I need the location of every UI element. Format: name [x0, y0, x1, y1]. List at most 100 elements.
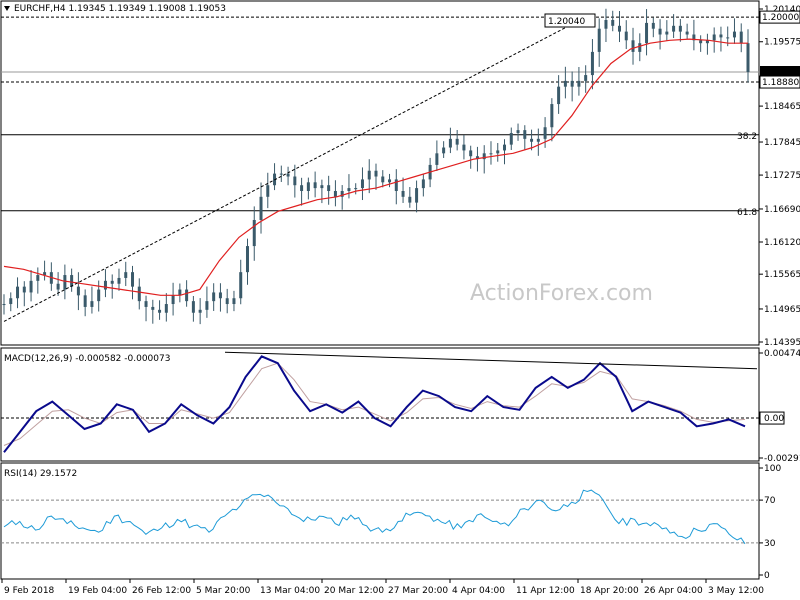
candle-body — [584, 75, 588, 81]
candle-body — [415, 188, 419, 203]
rsi-tick-label: 100 — [764, 464, 781, 474]
candle-body — [699, 40, 703, 44]
candle-body — [367, 170, 371, 180]
candle-body — [374, 170, 378, 177]
candle-body — [245, 246, 249, 273]
peak-label: 1.20040 — [548, 17, 585, 27]
fib-618-label: 61.8 — [737, 208, 757, 218]
candle-body — [252, 219, 256, 247]
rsi-tick-label: 0 — [764, 571, 770, 581]
candle-body — [212, 292, 216, 302]
candle-body — [509, 133, 513, 145]
candle-body — [137, 286, 141, 302]
candle-body — [678, 25, 682, 32]
candle-body — [651, 22, 655, 29]
candle-body — [360, 179, 364, 189]
candle-body — [604, 20, 608, 29]
fib-382-label: 38.2 — [737, 132, 757, 142]
time-label: 13 Mar 04:00 — [260, 586, 320, 596]
price-tick-label: 1.17275 — [764, 171, 800, 181]
watermark: ActionForex.com — [470, 281, 653, 306]
candle-body — [590, 51, 594, 76]
candle-body — [462, 144, 466, 151]
price-header: EURCHF,H4 1.19345 1.19349 1.19008 1.1905… — [4, 4, 226, 14]
candle-body — [347, 188, 351, 192]
candle-body — [29, 280, 33, 293]
candle-body — [131, 272, 135, 287]
time-label: 4 Apr 04:00 — [452, 586, 505, 596]
time-label: 9 Feb 2018 — [4, 586, 55, 596]
candle-body — [327, 185, 331, 192]
macd-tick-label: 0.00 — [764, 414, 784, 424]
candle-body — [516, 130, 520, 134]
candle-body — [22, 286, 26, 293]
trendline-dashed — [3, 14, 591, 322]
candle-body — [550, 104, 554, 128]
candle-body — [685, 31, 689, 35]
candle-body — [469, 150, 473, 157]
candle-body — [665, 31, 669, 35]
rsi-tick-label: 70 — [764, 496, 776, 506]
candle-body — [401, 191, 405, 197]
rsi-panel — [0, 462, 760, 580]
time-label: 27 Mar 20:00 — [388, 586, 448, 596]
candle-body — [144, 301, 148, 307]
candle-body — [536, 138, 540, 142]
candle-body — [9, 298, 13, 305]
candle-body — [577, 80, 581, 87]
time-label: 26 Apr 04:00 — [644, 586, 703, 596]
candle-body — [205, 301, 209, 310]
candle-body — [70, 275, 74, 287]
candle-body — [489, 153, 493, 155]
peak-annotation: 1.20040 — [544, 13, 596, 28]
candle-body — [672, 25, 676, 32]
macd-tick-label: 0.004745 — [764, 349, 800, 359]
candle-body — [570, 80, 574, 87]
candle-body — [151, 306, 155, 310]
candle-body — [56, 283, 60, 290]
candle-body — [638, 43, 642, 52]
price-header-text: EURCHF,H4 1.19345 1.19349 1.19008 1.1905… — [14, 4, 226, 14]
candle-body — [218, 292, 222, 299]
candle-body — [232, 298, 236, 305]
candle-body — [90, 301, 94, 307]
candle-body — [543, 127, 547, 139]
candle-body — [388, 179, 392, 183]
candle-body — [185, 289, 189, 302]
candle-body — [597, 28, 601, 52]
candle-body — [354, 188, 358, 190]
time-label: 19 Feb 04:00 — [68, 586, 127, 596]
candle-body — [394, 179, 398, 192]
candle-body — [2, 304, 6, 306]
candle-body — [448, 138, 452, 148]
candle-body — [306, 182, 310, 192]
macd-line — [3, 355, 746, 453]
candle-body — [313, 182, 317, 189]
candle-body — [719, 34, 723, 38]
candle-body — [726, 37, 730, 39]
price-tick-label: 1.18465 — [764, 102, 800, 112]
rsi-tick-label: 30 — [764, 539, 776, 549]
candle-body — [421, 179, 425, 189]
candle-body — [408, 196, 412, 203]
price-tick-label: 1.14395 — [764, 338, 800, 348]
candle-body — [732, 31, 736, 38]
candle-body — [739, 31, 743, 44]
level-box-118880-label: 1.18880 — [762, 78, 799, 88]
candle-body — [158, 309, 162, 313]
candle-body — [523, 130, 527, 139]
candle-body — [266, 185, 270, 197]
macd-header: MACD(12,26,9) -0.000582 -0.000073 — [4, 354, 170, 364]
price-tick-label: 1.16120 — [764, 238, 800, 248]
candle-body — [63, 275, 67, 290]
price-tick-label: 1.16690 — [764, 205, 800, 215]
price-tick-label: 1.19575 — [764, 38, 800, 48]
time-label: 3 May 12:00 — [708, 586, 764, 596]
price-tick-label: 1.17845 — [764, 138, 800, 148]
candle-body — [164, 304, 168, 313]
time-label: 26 Feb 12:00 — [132, 586, 191, 596]
rsi-line — [3, 489, 746, 545]
candle-body — [617, 25, 621, 32]
candle-body — [658, 28, 662, 35]
candle-body — [191, 301, 195, 313]
